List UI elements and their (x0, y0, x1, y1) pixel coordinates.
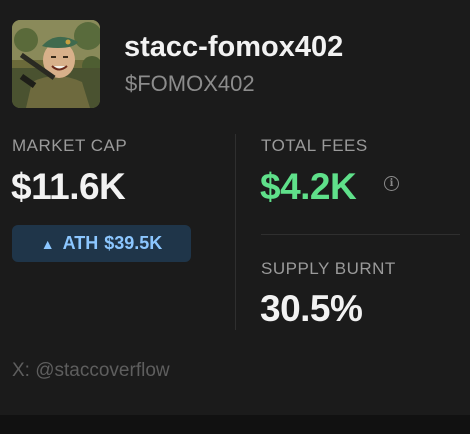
market-cap-label: MARKET CAP (12, 136, 128, 155)
ath-value: $39.5K (104, 233, 163, 253)
token-ticker: $FOMOX402 (125, 71, 255, 96)
token-name: stacc-fomox402 (124, 31, 344, 63)
vertical-divider (235, 134, 236, 330)
ath-badge[interactable]: ▲ ATH $39.5K (12, 225, 191, 262)
market-cap-value: $11.6K (11, 166, 126, 207)
ath-label: ATH (62, 233, 99, 253)
soldier-portrait-avatar-icon (12, 20, 100, 108)
token-avatar (12, 20, 100, 108)
token-card: stacc-fomox402 $FOMOX402 MARKET CAP $11.… (0, 0, 470, 415)
supply-burnt-label: SUPPLY BURNT (261, 259, 396, 278)
total-fees-value: $4.2K (260, 166, 357, 207)
info-icon[interactable]: i (384, 176, 399, 191)
triangle-up-icon: ▲ (40, 235, 55, 252)
total-fees-label: TOTAL FEES (261, 136, 368, 155)
supply-burnt-value: 30.5% (260, 288, 363, 329)
horizontal-divider (261, 234, 460, 235)
social-link[interactable]: X: @staccoverflow (12, 360, 170, 382)
